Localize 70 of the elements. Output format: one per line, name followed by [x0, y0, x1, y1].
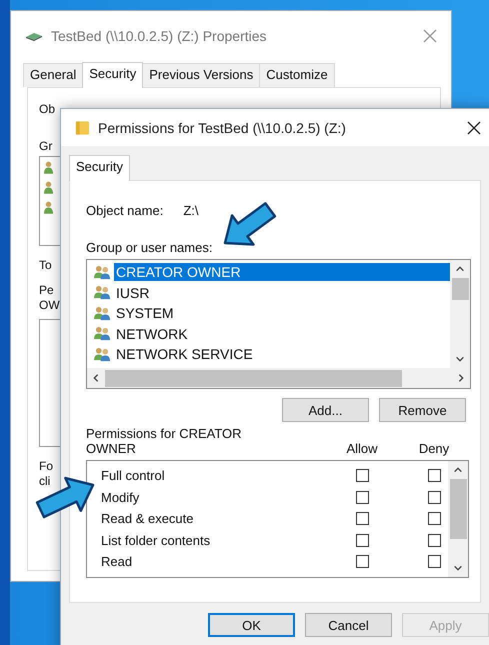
checkbox[interactable]	[356, 555, 368, 568]
user-icon	[44, 201, 53, 214]
action-button[interactable]: Remove	[379, 398, 466, 422]
group-item[interactable]: NETWORK SERVICE	[114, 345, 450, 364]
object-name-label: Object name:	[86, 203, 164, 218]
tab[interactable]: General	[23, 63, 84, 87]
vertical-scrollbar[interactable]	[450, 260, 470, 368]
chevron-down-icon[interactable]	[453, 563, 463, 573]
action-button[interactable]: Add...	[282, 398, 369, 422]
users-icon	[93, 326, 112, 342]
chevron-up-icon[interactable]	[453, 465, 463, 475]
scrollbar-thumb[interactable]	[452, 278, 468, 300]
folder-icon	[75, 120, 90, 136]
permission-name: Read	[101, 554, 134, 570]
callout-arrow	[36, 476, 94, 518]
users-icon	[93, 264, 112, 280]
column-header: Allow	[345, 441, 379, 456]
user-icon	[44, 161, 53, 174]
tab[interactable]: Security	[69, 155, 130, 181]
label-fragment: Gr	[39, 139, 52, 154]
scrollbar-thumb[interactable]	[450, 479, 466, 539]
user-icon	[44, 181, 53, 194]
group-list[interactable]: CREATOR OWNER IUSR SYSTEM NETWORK NETWORK SERVICE	[86, 259, 471, 389]
scrollbar-thumb[interactable]	[105, 370, 402, 386]
checkbox[interactable]	[356, 490, 368, 504]
chevron-left-icon[interactable]	[91, 373, 101, 383]
permissions-label: Permissions for CREATOR OWNER	[86, 426, 243, 456]
checkbox[interactable]	[356, 512, 368, 526]
group-list-label: Group or user names:	[86, 240, 214, 255]
label-fragment: cli	[39, 474, 50, 489]
chevron-down-icon[interactable]	[455, 354, 465, 364]
tab[interactable]: Previous Versions	[142, 63, 260, 87]
dialog-button[interactable]: OK	[208, 613, 295, 637]
permission-name: List folder contents	[101, 532, 212, 548]
checkbox[interactable]	[356, 469, 368, 482]
checkbox[interactable]	[356, 534, 368, 547]
object-name-value: Z:\	[183, 203, 198, 218]
permission-name: Full control	[101, 468, 166, 484]
checkbox[interactable]	[428, 555, 440, 568]
horizontal-scrollbar[interactable]	[87, 368, 470, 388]
users-icon	[93, 285, 112, 300]
group-item[interactable]: CREATOR OWNER	[114, 263, 450, 282]
drive-icon	[25, 31, 43, 41]
group-item[interactable]: IUSR	[114, 284, 450, 302]
users-icon	[93, 346, 112, 362]
users-icon	[93, 306, 112, 321]
label-fragment: Ob	[39, 102, 56, 117]
tab[interactable]: Customize	[259, 63, 335, 87]
label-fragment: To	[39, 258, 52, 273]
checkbox[interactable]	[428, 490, 440, 504]
checkbox[interactable]	[428, 469, 440, 482]
checkbox[interactable]	[428, 534, 440, 547]
permission-name: Read & execute	[101, 511, 195, 526]
chevron-right-icon[interactable]	[456, 373, 466, 383]
label-fragment: Pe	[39, 283, 54, 298]
window-title: TestBed (\\10.0.2.5) (Z:) Properties	[51, 28, 268, 44]
group-item[interactable]: SYSTEM	[114, 304, 450, 322]
label-fragment: Fo	[39, 459, 54, 474]
chevron-up-icon[interactable]	[455, 264, 465, 274]
permission-name: Modify	[101, 490, 140, 505]
callout-arrow	[224, 202, 276, 246]
column-header: Deny	[418, 441, 450, 456]
dialog-button[interactable]: Cancel	[305, 613, 392, 637]
close-icon[interactable]	[467, 120, 481, 134]
vertical-scrollbar[interactable]	[448, 461, 468, 577]
label-fragment: OW	[39, 298, 60, 313]
tab[interactable]: Security	[82, 62, 144, 88]
dialog-title: Permissions for TestBed (\\10.0.2.5) (Z:)	[98, 120, 347, 136]
group-item[interactable]: NETWORK	[114, 324, 450, 343]
checkbox[interactable]	[428, 512, 440, 526]
